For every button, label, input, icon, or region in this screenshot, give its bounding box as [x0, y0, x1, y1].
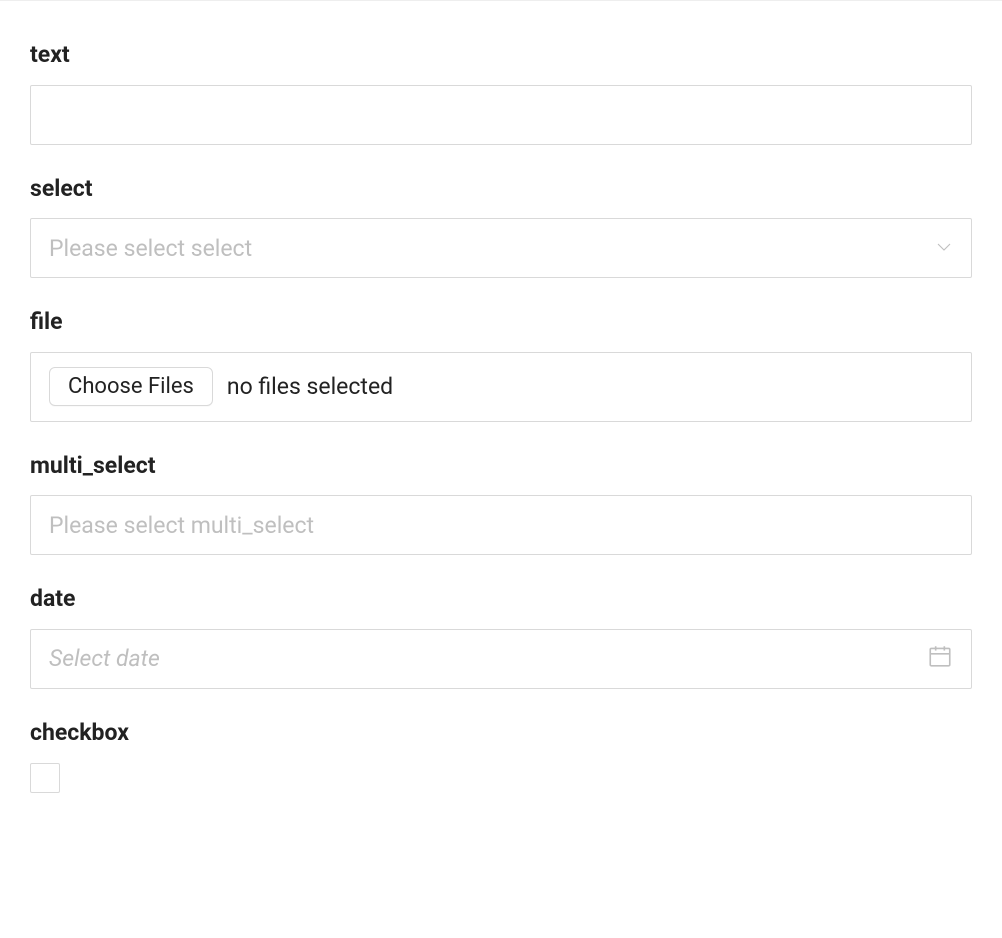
field-date: date Select date [30, 585, 972, 689]
multi-select-placeholder: Please select multi_select [49, 512, 953, 539]
choose-files-button[interactable]: Choose Files [49, 367, 213, 406]
calendar-icon [927, 643, 953, 675]
field-text: text [30, 41, 972, 145]
form-container: text select Please select select file Ch… [0, 0, 1002, 883]
label-file: file [30, 308, 972, 336]
label-date: date [30, 585, 972, 613]
field-checkbox: checkbox [30, 719, 972, 793]
label-multi-select: multi_select [30, 452, 972, 480]
text-input-wrapper [30, 85, 972, 145]
file-status-text: no files selected [227, 373, 393, 400]
select-placeholder: Please select select [49, 235, 935, 262]
label-select: select [30, 175, 972, 203]
field-file: file Choose Files no files selected [30, 308, 972, 422]
date-placeholder: Select date [49, 645, 927, 672]
date-input[interactable]: Select date [30, 629, 972, 689]
field-multi-select: multi_select Please select multi_select [30, 452, 972, 556]
multi-select-input[interactable]: Please select multi_select [30, 495, 972, 555]
checkbox-input[interactable] [30, 763, 60, 793]
field-select: select Please select select [30, 175, 972, 279]
text-input[interactable] [49, 86, 953, 144]
label-checkbox: checkbox [30, 719, 972, 747]
select-input[interactable]: Please select select [30, 218, 972, 278]
chevron-down-icon [935, 235, 953, 262]
label-text: text [30, 41, 972, 69]
file-input-wrapper: Choose Files no files selected [30, 352, 972, 422]
